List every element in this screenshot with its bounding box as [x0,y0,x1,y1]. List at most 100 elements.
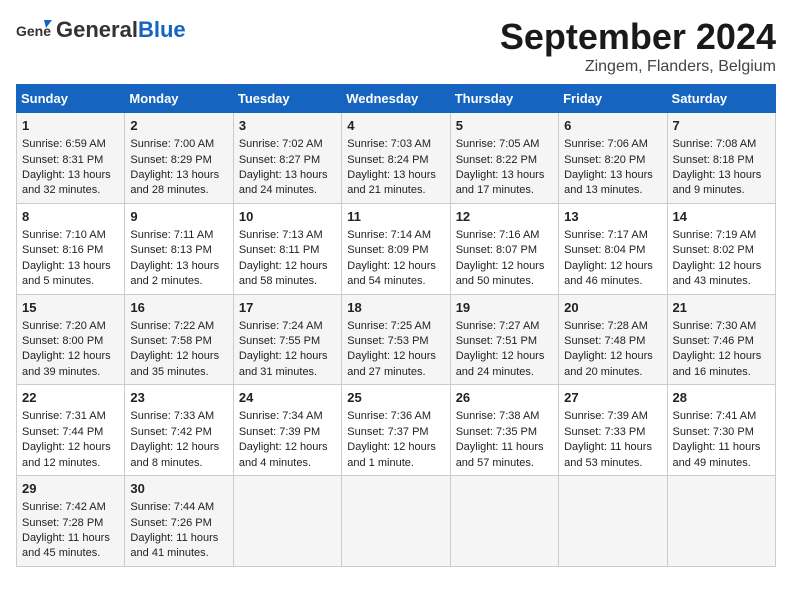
day-info-line: Sunset: 7:37 PM [347,425,444,440]
table-row: 2Sunrise: 7:00 AMSunset: 8:29 PMDaylight… [125,113,233,204]
day-number: 14 [673,208,770,226]
day-number: 22 [22,389,119,407]
day-number: 20 [564,299,661,317]
day-info-line: Sunset: 8:16 PM [22,243,119,258]
day-info-line: and 50 minutes. [456,274,553,289]
day-info-line: Daylight: 12 hours [239,440,336,455]
day-info-line: Sunset: 8:24 PM [347,153,444,168]
day-info-line: Daylight: 12 hours [347,440,444,455]
day-info-line: Daylight: 13 hours [22,259,119,274]
table-row: 28Sunrise: 7:41 AMSunset: 7:30 PMDayligh… [667,385,775,476]
day-info-line: and 2 minutes. [130,274,227,289]
day-info-line: Daylight: 12 hours [456,259,553,274]
day-info-line: Sunset: 8:09 PM [347,243,444,258]
day-info-line: Sunset: 7:30 PM [673,425,770,440]
day-info-line: and 16 minutes. [673,365,770,380]
day-info-line: Sunrise: 7:38 AM [456,409,553,424]
day-info-line: Sunrise: 7:06 AM [564,137,661,152]
day-info-line: Sunrise: 7:41 AM [673,409,770,424]
calendar-subtitle: Zingem, Flanders, Belgium [500,58,776,76]
day-info-line: and 54 minutes. [347,274,444,289]
day-info-line: Sunrise: 7:20 AM [22,319,119,334]
day-info-line: Sunset: 8:07 PM [456,243,553,258]
day-number: 28 [673,389,770,407]
day-number: 10 [239,208,336,226]
day-info-line: Sunset: 8:31 PM [22,153,119,168]
table-row: 7Sunrise: 7:08 AMSunset: 8:18 PMDaylight… [667,113,775,204]
day-info-line: Sunset: 7:58 PM [130,334,227,349]
day-info-line: Daylight: 13 hours [347,168,444,183]
day-number: 26 [456,389,553,407]
day-info-line: Sunset: 7:33 PM [564,425,661,440]
day-info-line: Daylight: 11 hours [456,440,553,455]
calendar-week-5: 29Sunrise: 7:42 AMSunset: 7:28 PMDayligh… [17,476,776,567]
col-saturday: Saturday [667,85,775,113]
day-number: 2 [130,117,227,135]
calendar-week-3: 15Sunrise: 7:20 AMSunset: 8:00 PMDayligh… [17,294,776,385]
calendar-title: September 2024 [500,16,776,58]
day-info-line: and 43 minutes. [673,274,770,289]
day-info-line: Sunset: 7:39 PM [239,425,336,440]
day-info-line: Sunrise: 7:36 AM [347,409,444,424]
day-number: 21 [673,299,770,317]
table-row: 20Sunrise: 7:28 AMSunset: 7:48 PMDayligh… [559,294,667,385]
day-info-line: Daylight: 13 hours [456,168,553,183]
day-number: 16 [130,299,227,317]
calendar-week-2: 8Sunrise: 7:10 AMSunset: 8:16 PMDaylight… [17,203,776,294]
day-info-line: and 21 minutes. [347,183,444,198]
day-info-line: Sunset: 7:55 PM [239,334,336,349]
day-info-line: Sunrise: 7:10 AM [22,228,119,243]
table-row: 12Sunrise: 7:16 AMSunset: 8:07 PMDayligh… [450,203,558,294]
day-info-line: Sunrise: 7:33 AM [130,409,227,424]
day-info-line: Daylight: 12 hours [673,259,770,274]
day-info-line: and 53 minutes. [564,456,661,471]
day-info-line: and 24 minutes. [239,183,336,198]
day-info-line: Sunrise: 7:30 AM [673,319,770,334]
day-info-line: Sunrise: 7:14 AM [347,228,444,243]
day-number: 6 [564,117,661,135]
table-row [559,476,667,567]
col-sunday: Sunday [17,85,125,113]
day-info-line: Sunrise: 7:34 AM [239,409,336,424]
day-info-line: Sunrise: 7:39 AM [564,409,661,424]
table-row: 16Sunrise: 7:22 AMSunset: 7:58 PMDayligh… [125,294,233,385]
day-info-line: Daylight: 12 hours [347,259,444,274]
title-area: September 2024 Zingem, Flanders, Belgium [500,16,776,76]
day-info-line: Sunrise: 7:19 AM [673,228,770,243]
day-info-line: and 57 minutes. [456,456,553,471]
table-row: 8 Sunrise: 7:10 AMSunset: 8:16 PMDaylight… [17,203,125,294]
day-info-line: Sunset: 8:29 PM [130,153,227,168]
day-info-line: Daylight: 12 hours [239,259,336,274]
day-info-line: and 4 minutes. [239,456,336,471]
day-info-line: Sunset: 8:00 PM [22,334,119,349]
table-row: 15Sunrise: 7:20 AMSunset: 8:00 PMDayligh… [17,294,125,385]
day-number: 8 [22,208,119,226]
logo-blue-text: Blue [138,17,186,42]
day-info-line: and 12 minutes. [22,456,119,471]
day-info-line: Sunrise: 7:24 AM [239,319,336,334]
day-number: 4 [347,117,444,135]
day-info-line: Sunrise: 7:16 AM [456,228,553,243]
table-row: 22Sunrise: 7:31 AMSunset: 7:44 PMDayligh… [17,385,125,476]
day-info-line: Sunrise: 7:17 AM [564,228,661,243]
day-info-line: Daylight: 12 hours [456,349,553,364]
day-info-line: and 9 minutes. [673,183,770,198]
day-number: 17 [239,299,336,317]
day-info-line: Daylight: 13 hours [673,168,770,183]
day-info-line: and 46 minutes. [564,274,661,289]
col-thursday: Thursday [450,85,558,113]
table-row: 24Sunrise: 7:34 AMSunset: 7:39 PMDayligh… [233,385,341,476]
day-info-line: and 31 minutes. [239,365,336,380]
day-info-line: Sunset: 7:28 PM [22,516,119,531]
day-info-line: and 39 minutes. [22,365,119,380]
table-row: 11Sunrise: 7:14 AMSunset: 8:09 PMDayligh… [342,203,450,294]
table-row: 30Sunrise: 7:44 AMSunset: 7:26 PMDayligh… [125,476,233,567]
day-info-line: and 5 minutes. [22,274,119,289]
day-info-line: and 1 minute. [347,456,444,471]
day-info-line: Sunset: 8:13 PM [130,243,227,258]
day-info-line: Daylight: 13 hours [239,168,336,183]
table-row: 13Sunrise: 7:17 AMSunset: 8:04 PMDayligh… [559,203,667,294]
table-row: 18Sunrise: 7:25 AMSunset: 7:53 PMDayligh… [342,294,450,385]
day-info-line: Sunrise: 6:59 AM [22,137,119,152]
day-info-line: and 13 minutes. [564,183,661,198]
